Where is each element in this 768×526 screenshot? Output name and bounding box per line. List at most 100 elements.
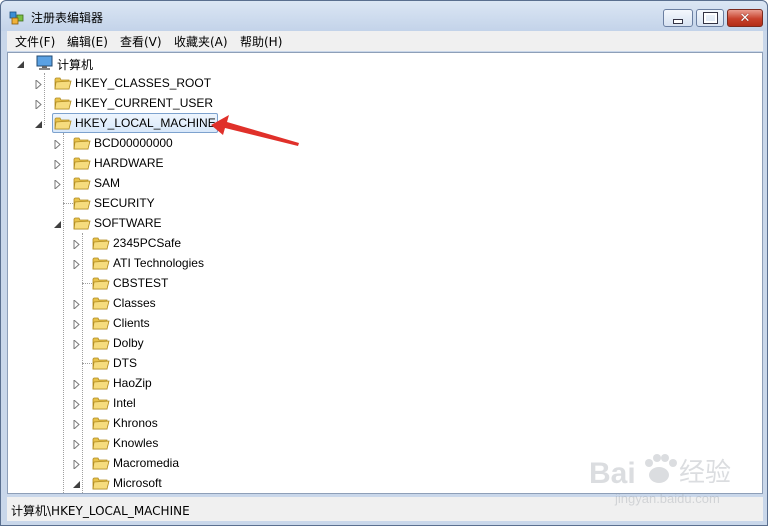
node-label: SECURITY — [94, 196, 155, 210]
node-label: Microsoft — [113, 476, 162, 490]
node-label: BCD00000000 — [94, 136, 173, 150]
folder-icon — [54, 75, 72, 91]
tree-node-2345pcsafe[interactable]: 2345PCSafe — [8, 233, 748, 253]
computer-icon — [36, 55, 54, 71]
maximize-icon — [702, 12, 718, 24]
node-label: CBSTEST — [113, 276, 169, 290]
node-label: SAM — [94, 176, 121, 190]
folder-icon — [73, 155, 91, 171]
tree-node-hkey-local-machine[interactable]: HKEY_LOCAL_MACHINE — [8, 113, 748, 133]
folder-icon — [92, 275, 110, 291]
annotation-arrow — [211, 115, 299, 146]
minimize-icon — [673, 18, 683, 24]
folder-icon — [92, 295, 110, 311]
node-label: HKEY_CURRENT_USER — [75, 96, 214, 110]
node-label: Intel — [113, 396, 136, 410]
expand-arrow-icon[interactable] — [72, 298, 81, 311]
collapse-arrow-icon[interactable] — [34, 118, 43, 128]
tree-node-bcd00000000[interactable]: BCD00000000 — [8, 133, 748, 153]
tree-node-classes[interactable]: Classes — [8, 293, 748, 313]
expand-arrow-icon[interactable] — [72, 418, 81, 431]
expand-arrow-icon[interactable] — [72, 338, 81, 351]
node-label: HKEY_CLASSES_ROOT — [75, 76, 212, 90]
node-label: Khronos — [113, 416, 158, 430]
regedit-window: 注册表编辑器 ✕ 文件(F) 编辑(E) 查看(V) 收藏夹(A) 帮助(H) … — [0, 0, 768, 526]
registry-tree[interactable]: 计算机 HKEY_CLASSES_ROOT HKEY_CURRENT_USER HKE… — [7, 52, 763, 494]
node-label: Classes — [113, 296, 156, 310]
folder-icon — [92, 235, 110, 251]
tree-node-computer[interactable]: 计算机 — [8, 53, 748, 73]
tree-node-hkey-current-user[interactable]: HKEY_CURRENT_USER — [8, 93, 748, 113]
folder-icon — [54, 95, 72, 111]
title-bar[interactable]: 注册表编辑器 ✕ — [1, 1, 767, 31]
baidu-jingyan-watermark: Bai 经验 jingyan.baidu.com — [589, 454, 731, 506]
expand-arrow-icon[interactable] — [72, 378, 81, 391]
node-label: HaoZip — [113, 376, 152, 390]
menu-help[interactable]: 帮助(H) — [240, 33, 282, 50]
close-icon: ✕ — [739, 10, 751, 26]
folder-icon — [92, 355, 110, 371]
folder-icon — [92, 455, 110, 471]
folder-icon — [73, 175, 91, 191]
tree-node-dolby[interactable]: Dolby — [8, 333, 748, 353]
expand-arrow-icon[interactable] — [34, 98, 43, 111]
expand-arrow-icon[interactable] — [53, 138, 62, 151]
tree-node-ati-technologies[interactable]: ATI Technologies — [8, 253, 748, 273]
folder-icon — [73, 195, 91, 211]
tree-node-security[interactable]: SECURITY — [8, 193, 748, 213]
tree-node-intel[interactable]: Intel — [8, 393, 748, 413]
collapse-arrow-icon[interactable] — [16, 58, 25, 68]
folder-icon — [92, 335, 110, 351]
node-label: Knowles — [113, 436, 159, 450]
folder-icon — [92, 255, 110, 271]
folder-icon — [73, 135, 91, 151]
node-label: ATI Technologies — [113, 256, 204, 270]
tree-node-khronos[interactable]: Khronos — [8, 413, 748, 433]
tree-node-software[interactable]: SOFTWARE — [8, 213, 748, 233]
expand-arrow-icon[interactable] — [72, 398, 81, 411]
menu-file[interactable]: 文件(F) — [15, 33, 55, 50]
regedit-app-icon — [9, 11, 24, 25]
expand-arrow-icon[interactable] — [72, 318, 81, 331]
collapse-arrow-icon[interactable] — [53, 218, 62, 228]
tree-node-cbstest[interactable]: CBSTEST — [8, 273, 748, 293]
node-label: Dolby — [113, 336, 144, 350]
watermark-brand-cn: 经验 — [679, 458, 731, 488]
folder-icon — [92, 395, 110, 411]
folder-icon — [92, 415, 110, 431]
folder-icon — [92, 315, 110, 331]
collapse-arrow-icon[interactable] — [72, 478, 81, 488]
node-label: SOFTWARE — [94, 216, 162, 230]
tree-node-hardware[interactable]: HARDWARE — [8, 153, 748, 173]
status-path: 计算机\HKEY_LOCAL_MACHINE — [11, 504, 190, 518]
node-label: 2345PCSafe — [113, 236, 182, 250]
expand-arrow-icon[interactable] — [53, 158, 62, 171]
node-label: DTS — [113, 356, 137, 370]
maximize-button[interactable] — [696, 9, 724, 27]
tree-node-clients[interactable]: Clients — [8, 313, 748, 333]
expand-arrow-icon[interactable] — [34, 78, 43, 91]
node-label: Macromedia — [113, 456, 180, 470]
minimize-button[interactable] — [663, 9, 693, 27]
node-label: HKEY_LOCAL_MACHINE — [75, 116, 216, 130]
folder-icon — [92, 435, 110, 451]
close-button[interactable]: ✕ — [727, 9, 763, 27]
menu-view[interactable]: 查看(V) — [120, 33, 162, 50]
expand-arrow-icon[interactable] — [72, 238, 81, 251]
menu-favorites[interactable]: 收藏夹(A) — [174, 33, 228, 50]
menu-edit[interactable]: 编辑(E) — [67, 33, 108, 50]
tree-node-hkey-classes-root[interactable]: HKEY_CLASSES_ROOT — [8, 73, 748, 93]
menu-bar: 文件(F) 编辑(E) 查看(V) 收藏夹(A) 帮助(H) — [7, 31, 763, 51]
expand-arrow-icon[interactable] — [72, 438, 81, 451]
expand-arrow-icon[interactable] — [72, 258, 81, 271]
tree-node-haozip[interactable]: HaoZip — [8, 373, 748, 393]
node-label: Clients — [113, 316, 150, 330]
expand-arrow-icon[interactable] — [53, 178, 62, 191]
tree-node-dts[interactable]: DTS — [8, 353, 748, 373]
expand-arrow-icon[interactable] — [72, 458, 81, 471]
tree-node-sam[interactable]: SAM — [8, 173, 748, 193]
watermark-brand: Bai — [589, 457, 636, 490]
folder-icon — [92, 475, 110, 491]
node-label: 计算机 — [57, 58, 94, 72]
node-label: HARDWARE — [94, 156, 164, 170]
